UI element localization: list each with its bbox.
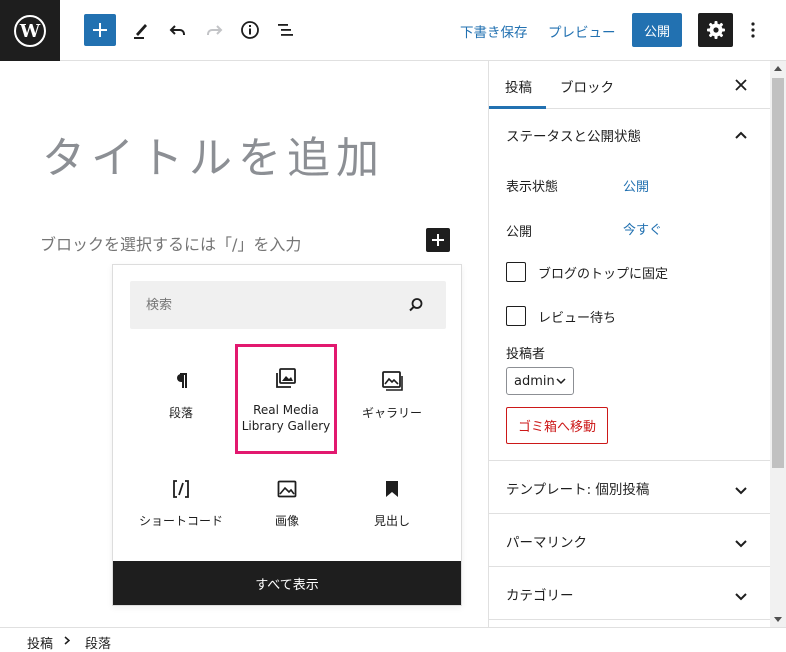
undo-button[interactable] <box>162 14 194 46</box>
tools-button[interactable] <box>125 14 157 46</box>
browse-all-button[interactable]: すべて表示 <box>113 561 461 605</box>
block-shortcode[interactable]: ショートコード <box>132 453 230 553</box>
editor-toolbar: W 下書き保存 プレビュー 公開 <box>0 0 786 61</box>
breadcrumb-post[interactable]: 投稿 <box>27 633 53 652</box>
details-button[interactable] <box>234 14 266 46</box>
image-icon <box>277 480 297 498</box>
scrollbar-thumb[interactable] <box>772 78 784 468</box>
save-draft-button[interactable]: 下書き保存 <box>460 21 528 41</box>
inline-add-block-button[interactable] <box>426 228 450 252</box>
block-paragraph[interactable]: 段落 <box>132 345 230 445</box>
list-view-button[interactable] <box>270 14 302 46</box>
sticky-option: ブログのトップに固定 <box>506 262 668 282</box>
chevron-down-icon <box>735 540 747 548</box>
pending-review-option: レビュー待ち <box>506 306 616 326</box>
scroll-down-icon[interactable] <box>774 617 782 623</box>
gear-icon <box>706 21 725 39</box>
panel-divider <box>489 566 770 567</box>
paragraph-icon <box>177 373 187 388</box>
sidebar-tabs: 投稿 ブロック <box>489 61 770 109</box>
publish-date-toggle[interactable]: 今すぐ <box>623 219 662 238</box>
visibility-label: 表示状態 <box>506 180 559 195</box>
panel-title: ステータスと公開状態 <box>506 129 641 145</box>
gallery-icon <box>382 371 403 391</box>
block-search-input[interactable] <box>130 281 390 329</box>
scroll-up-icon[interactable] <box>774 65 782 71</box>
block-gallery[interactable]: ギャラリー <box>343 345 441 445</box>
search-icon <box>409 298 423 312</box>
status-panel-toggle[interactable]: ステータスと公開状態 <box>489 125 770 149</box>
post-title-input[interactable]: タイトルを追加 <box>42 124 385 186</box>
block-inserter-popover: 段落 Real Media Library Gallery ギャラリー <box>112 264 462 606</box>
block-label: 画像 <box>274 514 299 528</box>
block-label: ショートコード <box>138 514 223 528</box>
breadcrumb-paragraph[interactable]: 段落 <box>85 633 111 652</box>
gallery-stack-icon <box>276 368 296 388</box>
plus-icon <box>93 23 107 37</box>
block-label: Real Media Library Gallery <box>241 403 331 433</box>
preview-button[interactable]: プレビュー <box>548 21 616 41</box>
template-panel-toggle[interactable]: テンプレート: 個別投稿 <box>489 478 770 502</box>
panel-divider <box>489 513 770 514</box>
sidebar-scrollbar[interactable] <box>770 61 786 627</box>
pencil-icon <box>134 24 147 39</box>
redo-button[interactable] <box>198 14 230 46</box>
wordpress-icon: W <box>14 14 46 47</box>
panel-title: カテゴリー <box>506 588 574 604</box>
tab-block[interactable]: ブロック <box>560 76 614 96</box>
list-view-icon <box>278 24 293 36</box>
move-to-trash-button[interactable]: ゴミ箱へ移動 <box>506 407 608 444</box>
plus-icon <box>432 234 444 246</box>
author-select[interactable]: admin <box>506 367 574 395</box>
block-real-media-library-gallery[interactable]: Real Media Library Gallery <box>235 344 337 454</box>
visibility-toggle[interactable]: 公開 <box>623 176 649 195</box>
shortcode-icon <box>173 480 189 498</box>
undo-icon <box>169 25 185 35</box>
author-label: 投稿者 <box>506 347 546 362</box>
block-breadcrumb: 投稿 段落 <box>0 627 786 652</box>
panel-title: パーマリンク <box>506 535 587 551</box>
panel-divider <box>489 460 770 461</box>
block-search <box>130 281 446 329</box>
chevron-down-icon <box>556 378 566 385</box>
panel-title: テンプレート: 個別投稿 <box>506 482 650 498</box>
permalink-panel-toggle[interactable]: パーマリンク <box>489 531 770 555</box>
publish-label: 公開 <box>506 225 533 240</box>
chevron-down-icon <box>735 593 747 601</box>
block-label: 見出し <box>373 514 410 528</box>
add-block-button[interactable] <box>84 14 116 46</box>
more-vertical-icon <box>751 22 755 38</box>
pending-review-checkbox[interactable] <box>506 306 526 326</box>
chevron-up-icon <box>735 131 747 139</box>
tab-post[interactable]: 投稿 <box>505 76 532 96</box>
block-heading[interactable]: 見出し <box>343 453 441 553</box>
active-tab-indicator <box>489 106 546 109</box>
settings-sidebar: 投稿 ブロック ステータスと公開状態 表示状態 公開 公開 今すぐ ブログのトッ… <box>488 61 770 627</box>
sticky-checkbox[interactable] <box>506 262 526 282</box>
block-label: 段落 <box>168 406 193 420</box>
author-value: admin <box>514 373 555 389</box>
wordpress-logo-button[interactable]: W <box>0 0 60 61</box>
options-menu-button[interactable] <box>744 14 762 46</box>
info-icon <box>241 21 259 39</box>
publish-button[interactable]: 公開 <box>632 13 682 47</box>
settings-button[interactable] <box>698 13 733 47</box>
chevron-down-icon <box>735 487 747 495</box>
redo-icon <box>207 25 223 35</box>
default-block-appender[interactable]: ブロックを選択するには「/」を入力 <box>40 231 301 255</box>
bookmark-icon <box>386 481 398 497</box>
sticky-label: ブログのトップに固定 <box>538 266 669 282</box>
panel-divider <box>489 619 770 620</box>
pending-review-label: レビュー待ち <box>538 310 617 326</box>
categories-panel-toggle[interactable]: カテゴリー <box>489 584 770 608</box>
chevron-right-icon <box>64 636 70 645</box>
svg-text:W: W <box>19 21 41 42</box>
block-label: ギャラリー <box>361 406 422 420</box>
block-image[interactable]: 画像 <box>238 453 336 553</box>
close-icon[interactable] <box>733 77 749 93</box>
